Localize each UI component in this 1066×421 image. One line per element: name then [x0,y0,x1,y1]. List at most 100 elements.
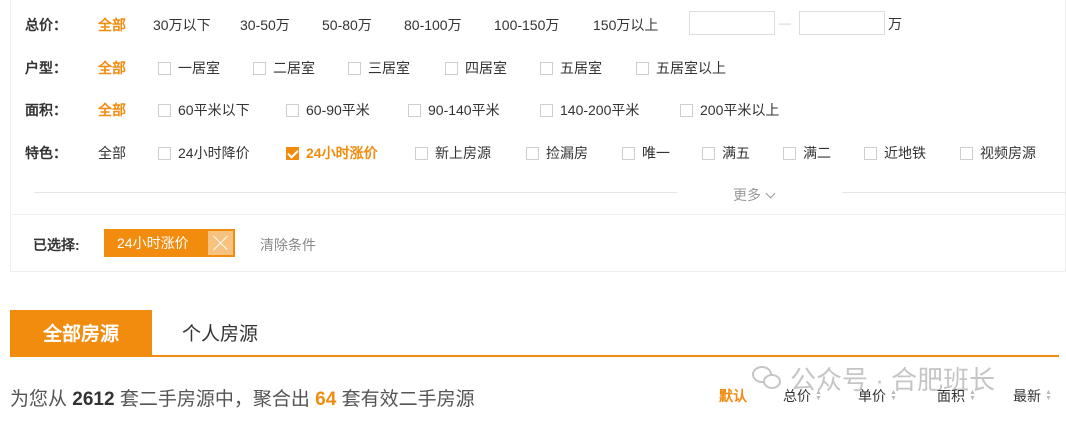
area-row: 面积： [25,98,87,122]
sort-area[interactable]: 面积 ▲ ▼ [937,386,976,406]
checkbox[interactable] [286,103,299,117]
feature-option-label: 近地铁 [884,145,926,161]
feature-option-price-drop[interactable]: 24小时降价 [158,141,250,165]
checkbox[interactable] [864,146,877,160]
price-option-80-100[interactable]: 80-100万 [404,13,462,37]
feature-label: 特色： [25,145,67,161]
feature-option-label: 新上房源 [435,145,491,161]
selected-tag: 24小时涨价 [104,229,235,257]
price-min-input[interactable] [689,11,775,35]
checkbox[interactable] [445,61,458,75]
more-toggle[interactable]: 更多 [733,185,776,205]
checkbox[interactable] [540,103,553,117]
feature-option-all[interactable]: 全部 [98,141,126,165]
sort-newest[interactable]: 最新 ▲ ▼ [1013,386,1052,406]
checkbox[interactable] [783,146,796,160]
price-option-under-30[interactable]: 30万以下 [153,13,211,37]
layout-label: 户型： [25,60,67,76]
chevron-down-icon [765,188,776,198]
more-label: 更多 [733,187,761,203]
price-unit: 万 [888,16,902,32]
feature-option-near-metro[interactable]: 近地铁 [864,141,926,165]
feature-option-price-rise[interactable]: 24小时涨价 [286,141,378,165]
feature-option-new[interactable]: 新上房源 [415,141,491,165]
layout-option-3[interactable]: 三居室 [348,56,410,80]
checkbox[interactable] [680,103,693,117]
layout-option-2[interactable]: 二居室 [253,56,315,80]
price-option-100-150[interactable]: 100-150万 [494,13,559,37]
layout-option-5[interactable]: 五居室 [540,56,602,80]
checkbox[interactable] [253,61,266,75]
checkbox[interactable] [622,146,635,160]
sort-arrows-icon: ▲ ▼ [890,389,897,402]
feature-option-label: 视频房源 [980,145,1036,161]
area-option-90-140[interactable]: 90-140平米 [408,98,500,122]
feature-option-two-years[interactable]: 满二 [783,141,831,165]
price-option-30-50[interactable]: 30-50万 [240,13,290,37]
sort-total-price[interactable]: 总价 ▲ ▼ [783,386,822,406]
sort-label: 最新 [1013,388,1041,404]
listing-tabs: 全部房源 个人房源 [10,310,1059,357]
area-option-140-200[interactable]: 140-200平米 [540,98,639,122]
layout-option-all[interactable]: 全部 [98,56,126,80]
feature-option-label: 满五 [722,145,750,161]
price-option-50-80[interactable]: 50-80万 [322,13,372,37]
feature-option-video[interactable]: 视频房源 [960,141,1036,165]
sort-arrows-icon: ▲ ▼ [815,389,822,402]
price-row: 总价： [25,13,87,37]
result-summary: 为您从 2612 套二手房源中，聚合出 64 套有效二手房源 [10,384,475,411]
feature-option-label: 24小时涨价 [306,145,378,161]
summary-count: 64 [315,389,337,410]
clear-filters-link[interactable]: 清除条件 [260,235,316,255]
tab-all-listings[interactable]: 全部房源 [10,310,152,355]
selected-label: 已选择: [33,237,80,253]
checkbox[interactable] [158,103,171,117]
feature-option-bargain[interactable]: 捡漏房 [526,141,588,165]
feature-option-unique[interactable]: 唯一 [622,141,670,165]
price-option-over-150[interactable]: 150万以上 [593,13,658,37]
sort-arrows-icon: ▲ ▼ [969,389,976,402]
wechat-icon [752,365,782,392]
checkbox[interactable] [540,61,553,75]
checkbox[interactable] [960,146,973,160]
price-option-all[interactable]: 全部 [98,13,126,37]
checkbox[interactable] [158,61,171,75]
price-max-input[interactable] [799,11,885,35]
checkbox[interactable] [158,146,171,160]
checkbox[interactable] [415,146,428,160]
summary-prefix: 为您从 [10,389,68,410]
close-icon[interactable] [208,231,233,255]
area-label: 面积： [25,102,67,118]
checkbox[interactable] [408,103,421,117]
layout-option-label: 二居室 [273,60,315,76]
summary-suffix: 套有效二手房源 [341,389,475,410]
price-label: 总价： [25,17,67,33]
sort-default[interactable]: 默认 [719,386,747,406]
feature-option-five-years[interactable]: 满五 [702,141,750,165]
feature-option-label: 捡漏房 [546,145,588,161]
sort-label: 总价 [783,388,811,404]
layout-option-label: 五居室 [560,60,602,76]
tab-personal-listings[interactable]: 个人房源 [182,310,258,355]
layout-option-1[interactable]: 一居室 [158,56,220,80]
layout-option-5-plus[interactable]: 五居室以上 [636,56,726,80]
layout-option-4[interactable]: 四居室 [445,56,507,80]
area-option-over-200[interactable]: 200平米以上 [680,98,779,122]
checkbox-checked[interactable] [286,146,299,160]
layout-row: 户型： [25,56,87,80]
checkbox[interactable] [702,146,715,160]
layout-option-label: 五居室以上 [656,60,726,76]
layout-option-label: 一居室 [178,60,220,76]
area-option-60-90[interactable]: 60-90平米 [286,98,370,122]
checkbox[interactable] [636,61,649,75]
sort-label: 单价 [858,388,886,404]
section-divider [10,214,1066,215]
sort-unit-price[interactable]: 单价 ▲ ▼ [858,386,897,406]
layout-option-label: 四居室 [465,60,507,76]
area-option-label: 90-140平米 [428,102,500,118]
checkbox[interactable] [348,61,361,75]
checkbox[interactable] [526,146,539,160]
area-option-all[interactable]: 全部 [98,98,126,122]
area-option-under-60[interactable]: 60平米以下 [158,98,250,122]
divider-left [34,192,677,193]
